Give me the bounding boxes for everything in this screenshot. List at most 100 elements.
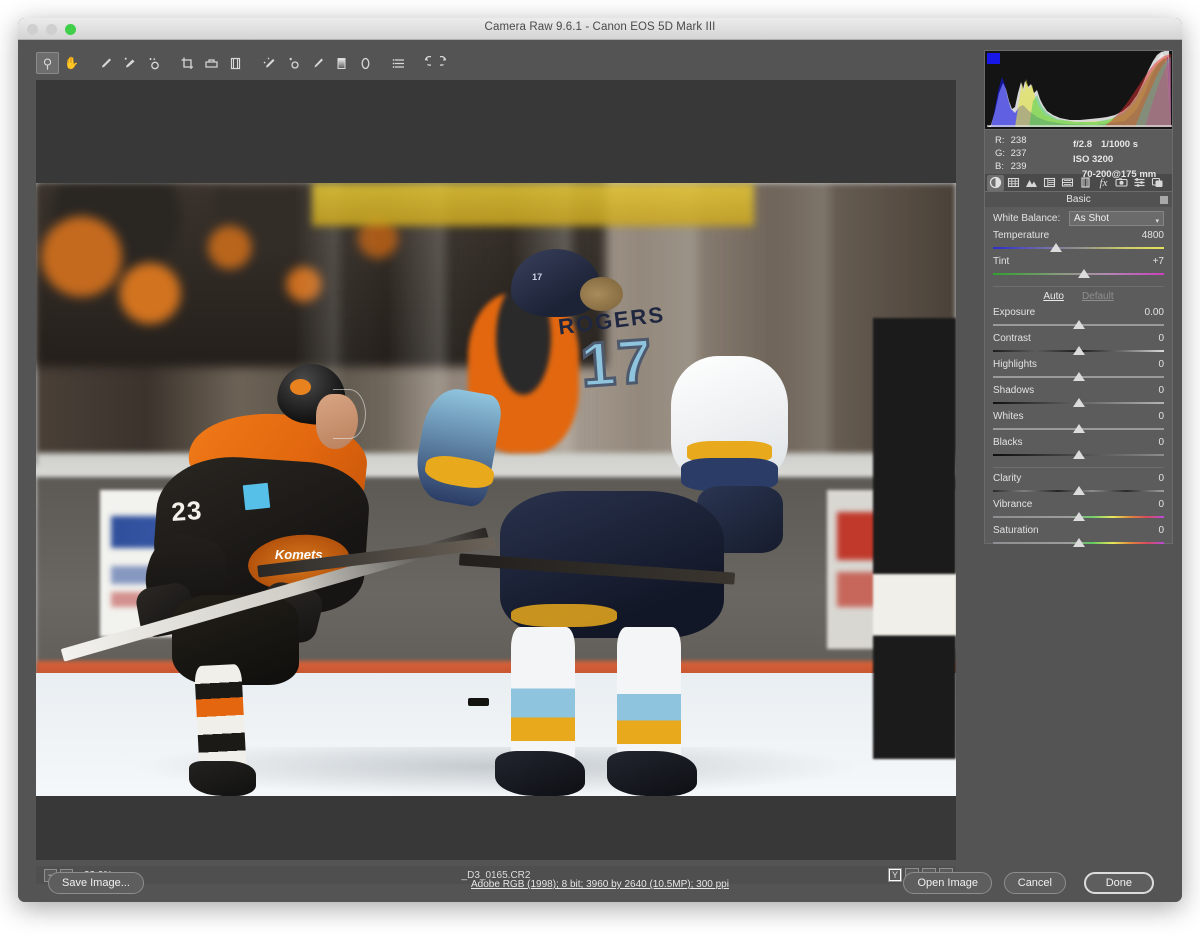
slider-vibrance-value: 0 bbox=[1158, 498, 1164, 512]
targeted-adjustment-tool[interactable] bbox=[142, 52, 165, 74]
slider-whites[interactable]: Whites 0 bbox=[985, 409, 1172, 435]
workspace: ⚲ ✋ bbox=[18, 40, 1182, 902]
slider-exposure-track[interactable] bbox=[993, 320, 1164, 331]
slider-exposure-handle[interactable] bbox=[1073, 320, 1085, 329]
slider-vibrance-handle[interactable] bbox=[1073, 512, 1085, 521]
rgb-and-exif-readout: R: 238 G: 237 B: 239 f/2.81/1000 s ISO 3… bbox=[984, 130, 1173, 174]
slider-contrast-handle[interactable] bbox=[1073, 346, 1085, 355]
slider-blacks-track[interactable] bbox=[993, 450, 1164, 461]
slider-whites-handle[interactable] bbox=[1073, 424, 1085, 433]
raw-photo-preview[interactable]: Komets 23 bbox=[36, 183, 956, 796]
red-eye-removal-tool[interactable] bbox=[282, 52, 305, 74]
window-title: Camera Raw 9.6.1 - Canon EOS 5D Mark III bbox=[18, 21, 1182, 33]
slider-highlights[interactable]: Highlights 0 bbox=[985, 357, 1172, 383]
panel-divider bbox=[993, 467, 1164, 468]
rgb-g-value: 237 bbox=[1011, 148, 1027, 159]
slider-highlights-handle[interactable] bbox=[1073, 372, 1085, 381]
slider-contrast-track[interactable] bbox=[993, 346, 1164, 357]
auto-link[interactable]: Auto bbox=[1043, 291, 1064, 302]
slider-exposure[interactable]: Exposure0.00 bbox=[985, 305, 1172, 331]
tab-detail[interactable] bbox=[1023, 175, 1040, 191]
slider-saturation-track[interactable] bbox=[993, 538, 1164, 549]
slider-whites-label: Whites bbox=[993, 410, 1024, 424]
basic-panel: Basic White Balance: As Shot ▾ Temperatu… bbox=[984, 192, 1173, 544]
done-button[interactable]: Done bbox=[1084, 872, 1154, 894]
slider-clarity-handle[interactable] bbox=[1073, 486, 1085, 495]
slider-saturation-value: 0 bbox=[1158, 524, 1164, 538]
slider-highlights-value: 0 bbox=[1158, 358, 1164, 372]
slider-blacks[interactable]: Blacks 0 bbox=[985, 435, 1172, 461]
slider-vibrance[interactable]: Vibrance0 bbox=[985, 497, 1172, 523]
photo-yellow-rail bbox=[312, 183, 754, 226]
slider-clarity-track[interactable] bbox=[993, 486, 1164, 497]
slider-temperature-label: Temperature bbox=[993, 229, 1049, 243]
slider-shadows-label: Shadows bbox=[993, 384, 1034, 398]
histogram[interactable] bbox=[984, 50, 1173, 130]
slider-clarity-label: Clarity bbox=[993, 472, 1021, 486]
slider-tint-value: +7 bbox=[1153, 255, 1164, 269]
image-canvas[interactable]: Komets 23 bbox=[36, 80, 956, 860]
rotate-counterclockwise-tool[interactable] bbox=[412, 52, 435, 74]
panel-menu-icon[interactable] bbox=[1160, 196, 1168, 204]
slider-saturation-label: Saturation bbox=[993, 524, 1039, 538]
transform-tool[interactable] bbox=[224, 52, 247, 74]
histogram-curve bbox=[985, 50, 1173, 129]
adjustment-brush-tool[interactable] bbox=[306, 52, 329, 74]
slider-blacks-handle[interactable] bbox=[1073, 450, 1085, 459]
default-link[interactable]: Default bbox=[1082, 291, 1114, 302]
slider-saturation[interactable]: Saturation 0 bbox=[985, 523, 1172, 549]
photo-white-skate-left bbox=[495, 751, 586, 796]
rotate-clockwise-tool[interactable] bbox=[436, 52, 459, 74]
slider-temperature-handle[interactable] bbox=[1050, 243, 1062, 252]
white-balance-value: As Shot bbox=[1074, 213, 1109, 224]
slider-shadows-handle[interactable] bbox=[1073, 398, 1085, 407]
slider-blacks-value: 0 bbox=[1158, 436, 1164, 450]
slider-clarity-value: 0 bbox=[1158, 472, 1164, 486]
cancel-button[interactable]: Cancel bbox=[1004, 872, 1066, 894]
rgb-b-label: B: bbox=[995, 160, 1008, 173]
slider-contrast[interactable]: Contrast0 bbox=[985, 331, 1172, 357]
slider-shadows-track[interactable] bbox=[993, 398, 1164, 409]
color-sampler-tool[interactable] bbox=[118, 52, 141, 74]
rgb-r-value: 238 bbox=[1011, 135, 1027, 146]
crop-tool[interactable] bbox=[176, 52, 199, 74]
white-balance-row: White Balance: As Shot ▾ bbox=[985, 207, 1172, 228]
slider-temperature-track[interactable] bbox=[993, 243, 1164, 254]
preferences-tool[interactable] bbox=[388, 52, 411, 74]
tool-strip: ⚲ ✋ bbox=[36, 50, 956, 76]
zoom-tool[interactable]: ⚲ bbox=[36, 52, 59, 74]
slider-saturation-handle[interactable] bbox=[1073, 538, 1085, 547]
white-balance-label: White Balance: bbox=[993, 213, 1069, 224]
tab-hsl-grayscale[interactable] bbox=[1041, 175, 1058, 191]
white-balance-tool[interactable] bbox=[94, 52, 117, 74]
slider-highlights-label: Highlights bbox=[993, 358, 1037, 372]
slider-clarity[interactable]: Clarity 0 bbox=[985, 471, 1172, 497]
exif-aperture: f/2.8 bbox=[1073, 139, 1092, 150]
slider-tint-track[interactable] bbox=[993, 269, 1164, 280]
radial-filter-tool[interactable] bbox=[354, 52, 377, 74]
slider-tint-handle[interactable] bbox=[1078, 269, 1090, 278]
exif-readout: f/2.81/1000 s ISO 320070-200@175 mm bbox=[1073, 137, 1172, 182]
slider-tint[interactable]: Tint+7 bbox=[985, 254, 1172, 280]
slider-blacks-label: Blacks bbox=[993, 436, 1022, 450]
hand-tool[interactable]: ✋ bbox=[60, 52, 83, 74]
tab-tone-curve[interactable] bbox=[1005, 175, 1022, 191]
slider-highlights-track[interactable] bbox=[993, 372, 1164, 383]
slider-whites-track[interactable] bbox=[993, 424, 1164, 435]
tab-basic[interactable] bbox=[987, 175, 1004, 191]
panel-header: Basic bbox=[985, 192, 1172, 207]
straighten-tool[interactable] bbox=[200, 52, 223, 74]
graduated-filter-tool[interactable] bbox=[330, 52, 353, 74]
slider-vibrance-track[interactable] bbox=[993, 512, 1164, 523]
open-image-button[interactable]: Open Image bbox=[903, 872, 992, 894]
white-balance-select[interactable]: As Shot ▾ bbox=[1069, 211, 1164, 226]
spot-removal-tool[interactable] bbox=[258, 52, 281, 74]
photo-white-skate-right bbox=[607, 751, 698, 796]
panel-title: Basic bbox=[1066, 194, 1090, 205]
slider-temperature[interactable]: Temperature4800 bbox=[985, 228, 1172, 254]
rgb-readout: R: 238 G: 237 B: 239 bbox=[995, 134, 1027, 173]
slider-whites-value: 0 bbox=[1158, 410, 1164, 424]
slider-shadows[interactable]: Shadows0 bbox=[985, 383, 1172, 409]
title-bar: Camera Raw 9.6.1 - Canon EOS 5D Mark III bbox=[18, 18, 1182, 40]
photo-orange-visor bbox=[333, 389, 367, 439]
